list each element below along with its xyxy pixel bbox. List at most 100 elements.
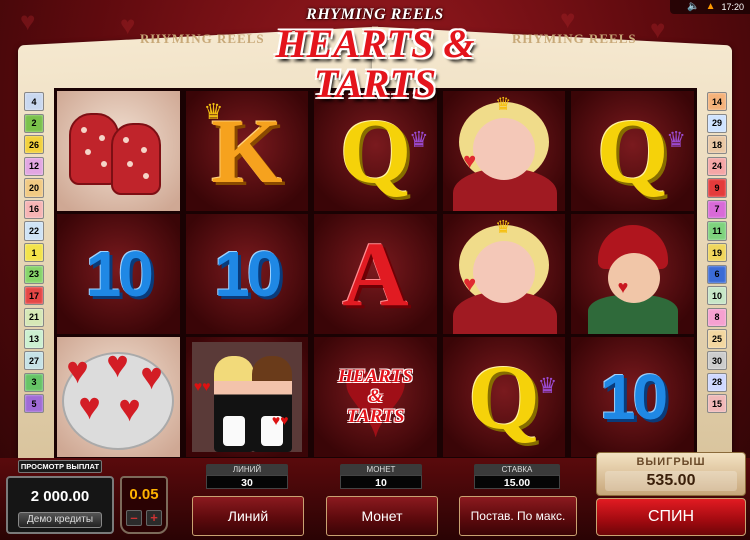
lines-title: ЛИНИЙ: [206, 464, 288, 475]
paylines-left: 4 2 26 12 20 16 22 1 23 17 21 13 27 3 5: [24, 92, 44, 414]
coins-button[interactable]: Монет: [326, 496, 438, 536]
reel-5: Q ♛ ♥ 10: [571, 91, 694, 457]
crown-icon: ♛: [409, 127, 429, 152]
payline-number-left[interactable]: 17: [24, 286, 44, 306]
symbol-ten: 10: [57, 214, 180, 334]
status-bar: 🔈 ▲ 17:20: [670, 0, 750, 14]
clock: 17:20: [721, 2, 744, 12]
coin-decrease-button[interactable]: –: [126, 510, 142, 526]
payline-number-left[interactable]: 1: [24, 243, 44, 263]
reel-4: ♛ ♥ ♛ ♥ Q ♛: [442, 91, 566, 457]
speaker-icon[interactable]: 🔈: [687, 2, 699, 12]
payline-number-right[interactable]: 30: [707, 350, 727, 371]
coins-display: МОНЕТ 10: [340, 464, 422, 490]
boy-eating-tart-icon: ♥: [578, 219, 688, 334]
payline-number-left[interactable]: 2: [24, 113, 44, 133]
logo-line-3: TARTS: [346, 406, 405, 427]
logo-line-1: HEARTS: [337, 366, 413, 387]
payline-number-right[interactable]: 18: [707, 135, 727, 155]
payline-number-right[interactable]: 29: [707, 113, 727, 133]
payline-number-right[interactable]: 25: [707, 329, 727, 349]
coin-increase-button[interactable]: +: [146, 510, 162, 526]
symbol-label: 10: [600, 361, 668, 433]
coin-size-control: 0.05 – +: [120, 476, 168, 534]
bet-title: СТАВКА: [474, 464, 560, 475]
reels-area: 10 ♥ ♥ ♥ ♥ ♥ ♛ K 10 ♥♥ ♥♥ Q ♛ A ♥ HEARTS…: [54, 88, 697, 460]
crown-icon: ♛: [537, 373, 558, 398]
payline-number-right[interactable]: 11: [707, 221, 727, 241]
symbol-oven-mitts: [57, 91, 180, 211]
win-title: ВЫИГРЫШ: [636, 456, 706, 468]
symbol-label: Q: [468, 346, 540, 448]
payline-number-left[interactable]: 23: [24, 264, 44, 284]
payline-number-left[interactable]: 27: [24, 350, 44, 371]
hearts-tarts-logo-icon: ♥ HEARTS & TARTS: [337, 337, 413, 457]
payline-number-right[interactable]: 14: [707, 92, 727, 112]
payline-number-right[interactable]: 15: [707, 394, 727, 414]
payline-number-right[interactable]: 10: [707, 286, 727, 306]
coins-value: 10: [340, 475, 422, 489]
symbol-queen: ♛ ♥: [442, 91, 566, 211]
symbol-ten: 10: [571, 337, 694, 457]
waitresses-icon: ♥♥ ♥♥: [191, 342, 302, 452]
payline-number-right[interactable]: 6: [707, 264, 727, 284]
reel-2: ♛ K 10 ♥♥ ♥♥: [185, 91, 309, 457]
payline-number-left[interactable]: 26: [24, 135, 44, 155]
symbol-label: A: [342, 223, 409, 325]
payline-number-left[interactable]: 4: [24, 92, 44, 112]
win-value: 535.00: [605, 471, 737, 491]
symbol-king: ♛ K: [185, 91, 309, 211]
symbol-cookies: ♥ ♥ ♥ ♥ ♥: [57, 337, 180, 457]
logo-line-2: &: [368, 386, 383, 407]
symbol-label: 10: [214, 238, 282, 310]
reel-1: 10 ♥ ♥ ♥ ♥ ♥: [57, 91, 180, 457]
payline-number-left[interactable]: 12: [24, 156, 44, 176]
payline-number-right[interactable]: 7: [707, 199, 727, 220]
queen-of-hearts-icon: ♛ ♥: [449, 94, 559, 211]
symbol-waitresses: ♥♥ ♥♥: [185, 337, 309, 457]
payline-number-right[interactable]: 19: [707, 243, 727, 263]
lines-button[interactable]: Линий: [192, 496, 304, 536]
symbol-ten: 10: [185, 214, 309, 334]
heart-cookies-icon: ♥ ♥ ♥ ♥ ♥: [60, 342, 176, 452]
symbol-queen-letter: Q ♛: [314, 91, 437, 211]
payline-number-right[interactable]: 24: [707, 156, 727, 176]
payline-number-left[interactable]: 13: [24, 329, 44, 349]
payline-number-left[interactable]: 16: [24, 199, 44, 220]
demo-credits-button[interactable]: Демо кредиты: [18, 512, 102, 528]
max-bet-button[interactable]: Постав. По макс.: [459, 496, 577, 536]
paylines-right: 14 29 18 24 9 7 11 19 6 10 8 25 30 28 15: [707, 92, 727, 414]
symbol-queen-letter: Q ♛: [571, 91, 694, 211]
bet-display: СТАВКА 15.00: [474, 464, 560, 490]
bet-value: 15.00: [474, 475, 560, 489]
symbol-queen-letter: Q ♛: [442, 337, 566, 457]
heart-decoration-icon: ♥: [20, 6, 36, 36]
payline-number-left[interactable]: 5: [24, 394, 44, 414]
lines-value: 30: [206, 475, 288, 489]
win-display: ВЫИГРЫШ 535.00: [596, 452, 746, 496]
payline-number-right[interactable]: 8: [707, 307, 727, 327]
payline-number-right[interactable]: 9: [707, 178, 727, 198]
payline-number-right[interactable]: 28: [707, 372, 727, 392]
symbol-boy: ♥: [571, 214, 694, 334]
payline-number-left[interactable]: 3: [24, 372, 44, 392]
crown-icon: ♛: [666, 127, 686, 152]
payline-number-left[interactable]: 22: [24, 221, 44, 241]
spin-button[interactable]: СПИН: [596, 498, 746, 536]
credits-display: 2 000.00 Демо кредиты: [6, 476, 114, 534]
fire-icon[interactable]: ▲: [706, 2, 716, 12]
oven-mitts-icon: [63, 101, 173, 201]
logo-title: HEARTS & TARTS: [275, 21, 475, 106]
payline-number-left[interactable]: 21: [24, 307, 44, 327]
symbol-label: 10: [85, 238, 154, 310]
symbol-ace: A: [314, 214, 437, 334]
paytable-button[interactable]: ПРОСМОТР ВЫПЛАТ: [18, 460, 102, 473]
payline-number-left[interactable]: 20: [24, 178, 44, 198]
coins-title: МОНЕТ: [340, 464, 422, 475]
reel-3: Q ♛ A ♥ HEARTS & TARTS: [314, 91, 437, 457]
credits-value: 2 000.00: [30, 488, 90, 505]
symbol-queen: ♛ ♥: [442, 214, 566, 334]
game-logo: RHYMING REELS HEARTS & TARTS: [215, 6, 535, 104]
symbol-label: Q: [339, 100, 412, 202]
lines-display: ЛИНИЙ 30: [206, 464, 288, 490]
